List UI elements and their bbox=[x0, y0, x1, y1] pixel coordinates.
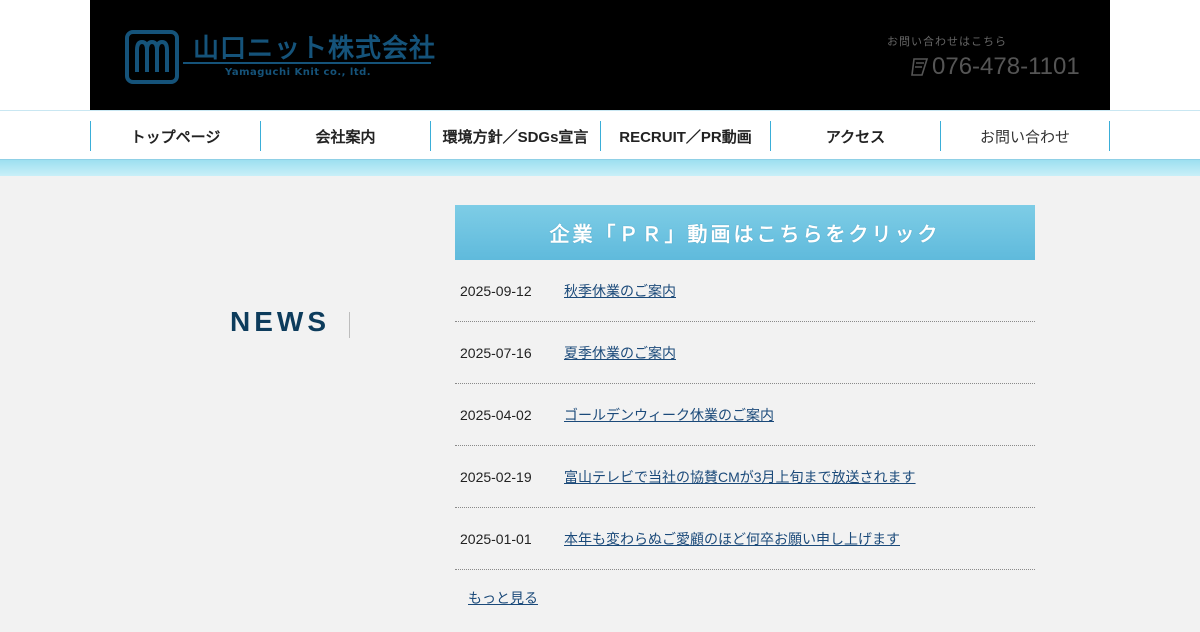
nav-item-contact[interactable]: お問い合わせ bbox=[940, 121, 1110, 151]
news-date: 2025-02-19 bbox=[460, 468, 532, 485]
news-date: 2025-04-02 bbox=[460, 406, 532, 423]
contact-label: お問い合わせはこちら bbox=[887, 36, 1007, 48]
news-link[interactable]: ゴールデンウィーク休業のご案内 bbox=[564, 405, 774, 425]
phone-icon bbox=[911, 58, 929, 76]
nav-item-access[interactable]: アクセス bbox=[770, 121, 940, 151]
news-item: 2025-09-12 秋季休業のご案内 bbox=[455, 260, 1035, 322]
news-item: 2025-01-01 本年も変わらぬご愛顧のほど何卒お願い申し上げます bbox=[455, 508, 1035, 570]
news-link[interactable]: 秋季休業のご案内 bbox=[564, 281, 676, 301]
phone-number: 076-478-1101 bbox=[932, 53, 1080, 80]
nav-item-recruit-pr[interactable]: RECRUIT／PR動画 bbox=[600, 121, 770, 151]
global-nav-bar: トップページ 会社案内 環境方針／SDGs宣言 RECRUIT／PR動画 アクセ… bbox=[0, 110, 1200, 160]
news-link[interactable]: 本年も変わらぬご愛顧のほど何卒お願い申し上げます bbox=[564, 529, 900, 549]
news-item: 2025-04-02 ゴールデンウィーク休業のご案内 bbox=[455, 384, 1035, 446]
news-link[interactable]: 夏季休業のご案内 bbox=[564, 343, 676, 363]
news-item: 2025-07-16 夏季休業のご案内 bbox=[455, 322, 1035, 384]
company-logo[interactable]: 山口ニット株式会社 Yamaguchi Knit co., ltd. bbox=[125, 28, 435, 86]
logo-text: 山口ニット株式会社 bbox=[193, 34, 437, 64]
news-link[interactable]: 富山テレビで当社の協賛CMが3月上旬まで放送されます bbox=[564, 467, 916, 487]
news-date: 2025-07-16 bbox=[460, 344, 532, 361]
logo-underline bbox=[183, 62, 431, 64]
news-heading-divider bbox=[349, 312, 350, 338]
news-item: 2025-02-19 富山テレビで当社の協賛CMが3月上旬まで放送されます bbox=[455, 446, 1035, 508]
nav-item-environment-sdgs[interactable]: 環境方針／SDGs宣言 bbox=[430, 121, 600, 151]
more-news-link[interactable]: もっと見る bbox=[468, 588, 538, 608]
global-nav: トップページ 会社案内 環境方針／SDGs宣言 RECRUIT／PR動画 アクセ… bbox=[90, 121, 1110, 151]
pr-video-banner[interactable]: 企業「ＰＲ」動画はこちらをクリック bbox=[455, 205, 1035, 260]
nav-item-company[interactable]: 会社案内 bbox=[260, 121, 430, 151]
news-date: 2025-01-01 bbox=[460, 530, 532, 547]
news-heading: NEWS bbox=[230, 306, 330, 337]
news-list: 2025-09-12 秋季休業のご案内 2025-07-16 夏季休業のご案内 … bbox=[455, 260, 1035, 570]
knit-logo-icon bbox=[125, 30, 179, 84]
news-date: 2025-09-12 bbox=[460, 282, 532, 299]
contact-phone[interactable]: 076-478-1101 bbox=[910, 53, 1080, 81]
nav-item-top[interactable]: トップページ bbox=[90, 121, 260, 151]
nav-gradient-band bbox=[0, 160, 1200, 176]
logo-subtitle: Yamaguchi Knit co., ltd. bbox=[225, 67, 372, 78]
site-header: 山口ニット株式会社 Yamaguchi Knit co., ltd. お問い合わ… bbox=[90, 0, 1110, 110]
